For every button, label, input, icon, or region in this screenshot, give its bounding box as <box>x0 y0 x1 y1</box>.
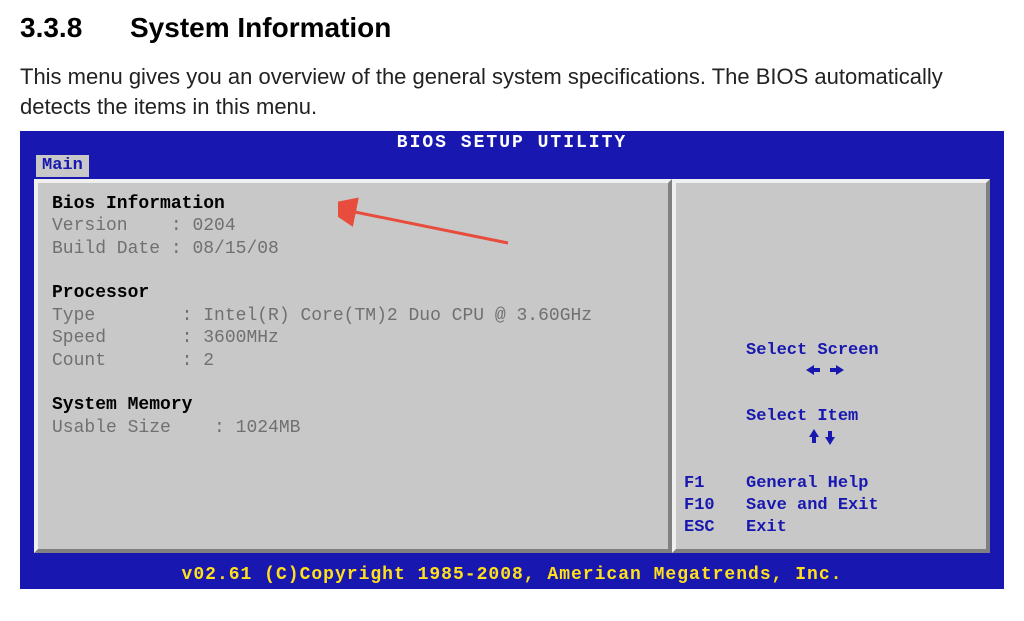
bios-builddate-label: Build Date : <box>52 239 192 259</box>
section-processor: Processor <box>52 282 654 305</box>
bios-builddate-value: 08/15/08 <box>192 239 278 259</box>
help-select-screen-label: Select Screen <box>746 340 879 406</box>
help-block: Select Screen Select Item F1 General Hel… <box>684 340 879 539</box>
memory-usable-value: 1024MB <box>236 418 301 438</box>
bios-help-panel: Select Screen Select Item F1 General Hel… <box>672 179 990 553</box>
processor-type-row: Type : Intel(R) Core(TM)2 Duo CPU @ 3.60… <box>52 305 654 328</box>
section-bios-information: Bios Information <box>52 193 654 216</box>
spacer <box>52 260 654 282</box>
doc-intro-text: This menu gives you an overview of the g… <box>20 62 980 121</box>
bios-footer: v02.61 (C)Copyright 1985-2008, American … <box>20 563 1004 589</box>
help-f10-key: F10 <box>684 495 746 517</box>
tab-main[interactable]: Main <box>36 155 89 177</box>
bios-builddate-row: Build Date : 08/15/08 <box>52 238 654 261</box>
help-f10: F10 Save and Exit <box>684 495 879 517</box>
doc-section-title: System Information <box>130 12 391 43</box>
bios-title: BIOS SETUP UTILITY <box>20 131 1004 155</box>
bios-version-value: 0204 <box>192 216 235 236</box>
doc-section-number: 3.3.8 <box>20 12 130 44</box>
help-select-screen: Select Screen <box>684 340 879 406</box>
arrow-up-down-icon <box>684 406 746 472</box>
processor-type-label: Type : <box>52 306 203 326</box>
bios-tabbar: Main <box>20 155 1004 179</box>
arrow-left-right-icon <box>684 340 746 406</box>
help-esc: ESC Exit <box>684 517 879 539</box>
help-f1-label: General Help <box>746 473 868 495</box>
bios-main-panel: Bios Information Version : 0204 Build Da… <box>34 179 672 553</box>
help-f1-key: F1 <box>684 473 746 495</box>
help-f1: F1 General Help <box>684 473 879 495</box>
help-select-item: Select Item <box>684 406 879 472</box>
bios-body: Bios Information Version : 0204 Build Da… <box>20 179 1004 563</box>
bios-version-label: Version : <box>52 216 192 236</box>
spacer <box>52 372 654 394</box>
help-esc-key: ESC <box>684 517 746 539</box>
help-esc-label: Exit <box>746 517 787 539</box>
bios-version-row: Version : 0204 <box>52 215 654 238</box>
processor-type-value: Intel(R) Core(TM)2 Duo CPU @ 3.60GHz <box>203 306 592 326</box>
processor-count-row: Count : 2 <box>52 350 654 373</box>
processor-speed-value: 3600MHz <box>203 328 279 348</box>
help-select-item-label: Select Item <box>746 406 858 472</box>
doc-section-heading: 3.3.8System Information <box>20 12 1004 44</box>
processor-speed-label: Speed : <box>52 328 203 348</box>
processor-speed-row: Speed : 3600MHz <box>52 327 654 350</box>
section-system-memory: System Memory <box>52 394 654 417</box>
bios-window: BIOS SETUP UTILITY Main Bios Information… <box>20 131 1004 589</box>
processor-count-label: Count : <box>52 351 203 371</box>
processor-count-value: 2 <box>203 351 214 371</box>
memory-usable-row: Usable Size : 1024MB <box>52 417 654 440</box>
help-f10-label: Save and Exit <box>746 495 879 517</box>
memory-usable-label: Usable Size : <box>52 418 236 438</box>
